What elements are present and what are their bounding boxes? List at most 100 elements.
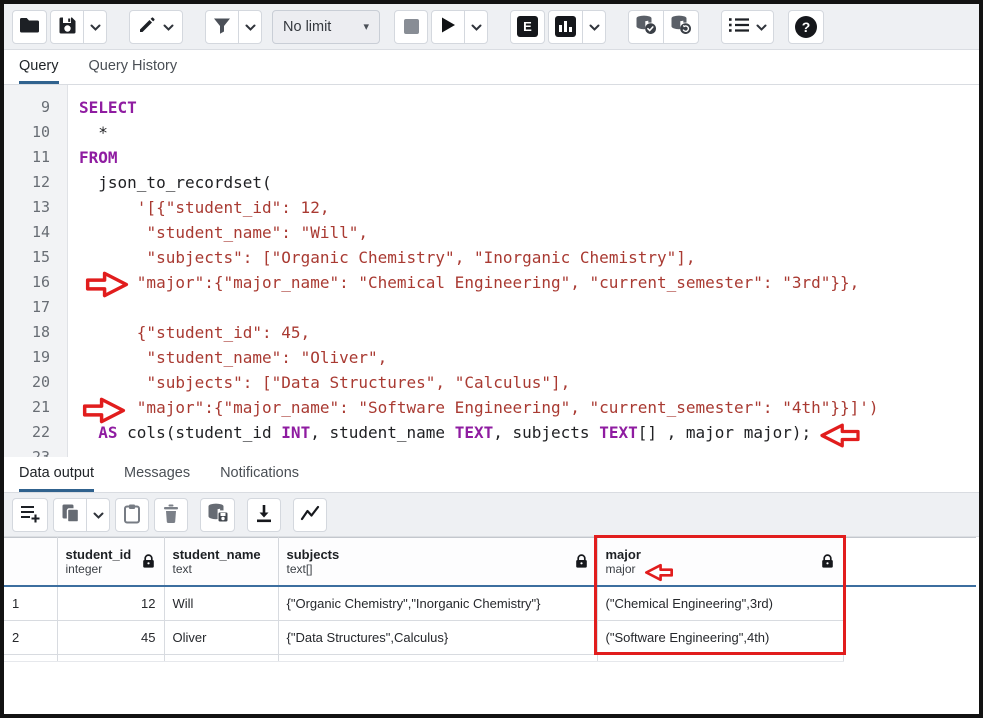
tab-messages[interactable]: Messages bbox=[124, 457, 190, 492]
add-row-icon bbox=[19, 503, 41, 527]
download-icon bbox=[255, 503, 273, 526]
line-number: 11 bbox=[4, 145, 67, 170]
explain-analyze-icon bbox=[555, 16, 576, 37]
save-data-changes-button[interactable] bbox=[200, 498, 235, 532]
editor-panel: 91011121314151617181920212223 SELECT *FR… bbox=[4, 85, 979, 457]
cell-student_name[interactable]: Will bbox=[164, 586, 278, 621]
cell-subjects[interactable]: {"Organic Chemistry","Inorganic Chemistr… bbox=[278, 586, 597, 621]
stop-icon bbox=[404, 19, 419, 34]
explain-analyze-button[interactable] bbox=[548, 10, 583, 44]
chevron-down-icon bbox=[589, 19, 600, 34]
code-line-11: FROM bbox=[79, 145, 979, 170]
cell-major[interactable]: ("Chemical Engineering",3rd) bbox=[597, 586, 843, 621]
edit-icon bbox=[138, 16, 156, 37]
edit-menu-button[interactable] bbox=[129, 10, 183, 44]
column-header-student_id[interactable]: student_idinteger bbox=[57, 538, 164, 587]
code-line-20: "subjects": ["Data Structures", "Calculu… bbox=[79, 370, 979, 395]
row-filler bbox=[843, 586, 976, 621]
chevron-down-icon bbox=[245, 19, 256, 34]
copy-icon bbox=[61, 503, 80, 526]
row-limit-select[interactable]: No limit▾ bbox=[272, 10, 380, 44]
code-line-15: "subjects": ["Organic Chemistry", "Inorg… bbox=[79, 245, 979, 270]
graph-visualiser-button[interactable] bbox=[293, 498, 327, 532]
help-button[interactable]: ? bbox=[788, 10, 824, 44]
chevron-down-icon bbox=[93, 507, 104, 522]
copy-dropdown-button[interactable] bbox=[86, 498, 110, 532]
main-toolbar: No limit▾ E ? bbox=[4, 4, 979, 50]
save-button[interactable] bbox=[50, 10, 84, 44]
cell-student_name[interactable]: Oliver bbox=[164, 621, 278, 655]
query-tabbar: Query Query History bbox=[4, 50, 979, 85]
macros-button[interactable] bbox=[721, 10, 774, 44]
sql-editor[interactable]: SELECT *FROM json_to_recordset( '[{"stud… bbox=[69, 85, 979, 457]
cell-student_id[interactable]: 12 bbox=[57, 586, 164, 621]
tab-query[interactable]: Query bbox=[19, 50, 59, 84]
column-header-major[interactable]: majormajor bbox=[597, 538, 843, 587]
download-csv-button[interactable] bbox=[247, 498, 281, 532]
empty-cell bbox=[4, 655, 57, 662]
filter-dropdown-button[interactable] bbox=[238, 10, 262, 44]
grid-corner[interactable] bbox=[4, 538, 57, 587]
save-dropdown-button[interactable] bbox=[83, 10, 107, 44]
code-line-10: * bbox=[79, 120, 979, 145]
stop-button[interactable] bbox=[394, 10, 428, 44]
execute-dropdown-button[interactable] bbox=[464, 10, 488, 44]
filter-button[interactable] bbox=[205, 10, 239, 44]
delete-row-button[interactable] bbox=[154, 498, 188, 532]
code-line-9: SELECT bbox=[79, 95, 979, 120]
tab-data-output[interactable]: Data output bbox=[19, 457, 94, 492]
paste-icon bbox=[123, 503, 141, 527]
line-number: 10 bbox=[4, 120, 67, 145]
output-tabbar: Data output Messages Notifications bbox=[4, 457, 979, 493]
output-toolbar bbox=[4, 493, 979, 537]
column-header-subjects[interactable]: subjectstext[] bbox=[278, 538, 597, 587]
row-limit-value: No limit bbox=[283, 19, 331, 35]
code-line-13: '[{"student_id": 12, bbox=[79, 195, 979, 220]
annotation-arrow-major-type bbox=[644, 563, 674, 587]
row-number[interactable]: 1 bbox=[4, 586, 57, 621]
query-tool-window: No limit▾ E ? Query Query History 910111… bbox=[0, 0, 983, 718]
chevron-down-icon bbox=[90, 19, 101, 34]
empty-cell bbox=[597, 655, 843, 662]
line-number: 16 bbox=[4, 270, 67, 295]
line-number: 14 bbox=[4, 220, 67, 245]
header-filler bbox=[843, 538, 976, 587]
explain-button[interactable]: E bbox=[510, 10, 545, 44]
results-grid: student_idintegerstudent_nametextsubject… bbox=[4, 537, 979, 714]
help-icon: ? bbox=[795, 16, 817, 38]
empty-row bbox=[4, 655, 976, 662]
code-line-21: "major":{"major_name": "Software Enginee… bbox=[79, 395, 979, 420]
tab-notifications[interactable]: Notifications bbox=[220, 457, 299, 492]
paste-button[interactable] bbox=[115, 498, 149, 532]
lock-icon bbox=[821, 554, 834, 574]
execute-button[interactable] bbox=[431, 10, 465, 44]
open-file-button[interactable] bbox=[12, 10, 47, 44]
copy-button[interactable] bbox=[53, 498, 87, 532]
filter-icon bbox=[213, 17, 231, 37]
commit-button[interactable] bbox=[628, 10, 664, 44]
chevron-down-icon bbox=[471, 19, 482, 34]
chevron-down-icon bbox=[756, 19, 767, 34]
cell-major[interactable]: ("Software Engineering",4th) bbox=[597, 621, 843, 655]
code-line-22: AS cols(student_id INT, student_name TEX… bbox=[79, 420, 979, 445]
tab-query-history[interactable]: Query History bbox=[89, 50, 178, 84]
graph-icon bbox=[300, 504, 320, 525]
row-number[interactable]: 2 bbox=[4, 621, 57, 655]
line-number: 21 bbox=[4, 395, 67, 420]
column-type: text[] bbox=[287, 562, 597, 577]
explain-analyze-dropdown-button[interactable] bbox=[582, 10, 606, 44]
empty-cell bbox=[278, 655, 597, 662]
line-number: 15 bbox=[4, 245, 67, 270]
column-header-student_name[interactable]: student_nametext bbox=[164, 538, 278, 587]
code-line-17 bbox=[79, 295, 979, 320]
cell-student_id[interactable]: 45 bbox=[57, 621, 164, 655]
cell-subjects[interactable]: {"Data Structures",Calculus} bbox=[278, 621, 597, 655]
empty-cell bbox=[164, 655, 278, 662]
line-number: 18 bbox=[4, 320, 67, 345]
table-row: 112Will{"Organic Chemistry","Inorganic C… bbox=[4, 586, 976, 621]
add-row-button[interactable] bbox=[12, 498, 48, 532]
open-file-icon bbox=[19, 16, 40, 37]
lock-icon bbox=[575, 554, 588, 574]
rollback-button[interactable] bbox=[663, 10, 699, 44]
column-name: subjects bbox=[287, 547, 597, 562]
